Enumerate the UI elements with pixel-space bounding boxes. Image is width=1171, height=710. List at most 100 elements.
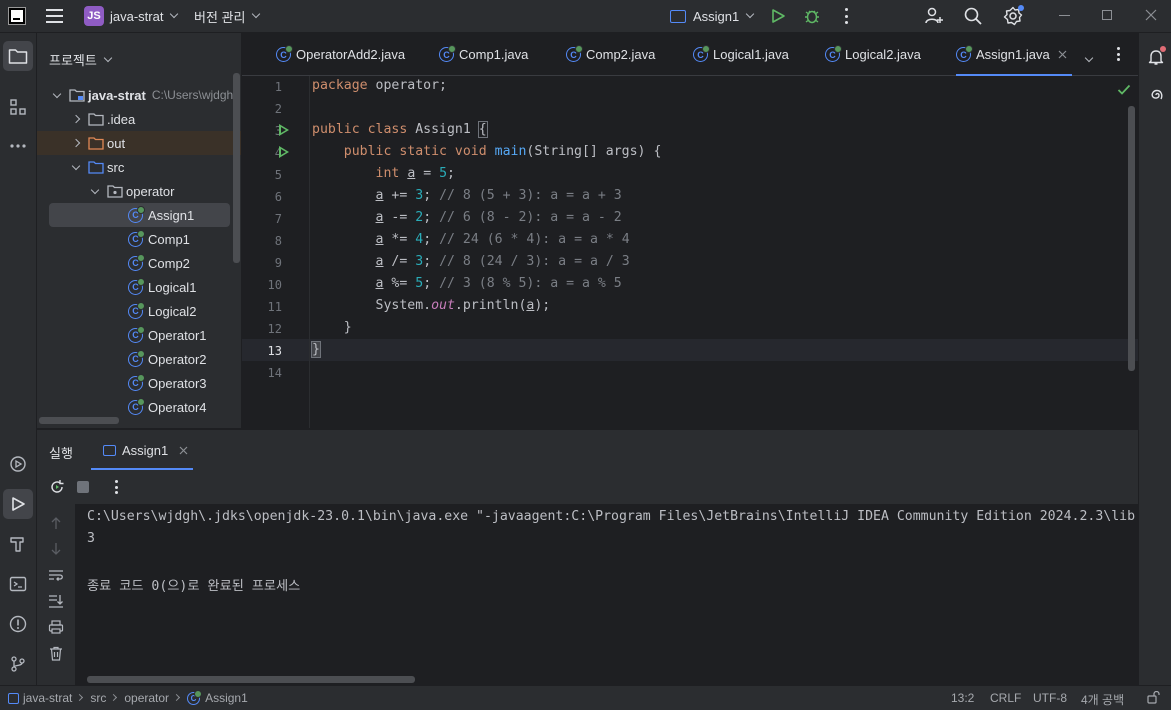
readonly-toggle-icon[interactable] [1147, 690, 1160, 707]
breadcrumb-item[interactable]: src [90, 691, 106, 705]
breadcrumb-item[interactable]: java-strat [23, 691, 72, 705]
tab-assign1[interactable]: C Assign1.java [956, 33, 1072, 76]
tree-item-operator2[interactable]: C Operator2 [37, 347, 241, 371]
debug-button[interactable] [803, 7, 821, 25]
run-button[interactable] [770, 8, 786, 24]
tree-item-idea[interactable]: .idea [37, 107, 241, 131]
tree-item-assign1[interactable]: C Assign1 [37, 203, 241, 227]
chevron-right-icon [173, 693, 181, 702]
project-vertical-scrollbar[interactable] [233, 73, 240, 263]
no-problems-check-icon[interactable] [1117, 84, 1131, 99]
editor-vertical-scrollbar[interactable] [1128, 106, 1135, 371]
chevron-right-icon [71, 114, 81, 124]
code-editor[interactable]: 1 2 3 4 5 6 7 8 9 10 11 12 13 14 package operator; pu… [242, 76, 1138, 428]
scroll-down-icon[interactable] [47, 540, 65, 558]
more-tool-windows-icon[interactable] [3, 131, 33, 161]
services-tool-button[interactable] [3, 449, 33, 479]
project-horizontal-scrollbar[interactable] [39, 417, 119, 424]
project-tool-button[interactable] [3, 41, 33, 71]
tree-item-logical2[interactable]: C Logical2 [37, 299, 241, 323]
console-line: C:\Users\wjdgh\.jdks\openjdk-23.0.1\bin\… [87, 509, 1136, 524]
close-tab-icon[interactable] [179, 446, 188, 455]
folder-icon [8, 49, 28, 64]
tree-item-comp2[interactable]: C Comp2 [37, 251, 241, 275]
code-line: public class Assign1 { [312, 121, 488, 138]
print-icon[interactable] [47, 618, 65, 636]
source-folder-icon [88, 159, 104, 175]
run-main-icon[interactable] [279, 146, 289, 158]
search-everywhere-button[interactable] [963, 6, 983, 26]
tree-item-path: C:\Users\wjdgh [151, 88, 234, 102]
tab-logical1[interactable]: C Logical1.java [693, 33, 789, 76]
structure-tool-button[interactable] [3, 92, 33, 122]
close-tab-icon[interactable] [1058, 50, 1067, 59]
run-more-icon[interactable] [114, 480, 118, 494]
rerun-button[interactable] [49, 479, 65, 498]
run-panel-header: 실행 Assign1 [37, 430, 1138, 470]
tab-operatoradd2[interactable]: C OperatorAdd2.java [276, 33, 405, 76]
git-tool-button[interactable] [3, 649, 33, 679]
tree-item-logical1[interactable]: C Logical1 [37, 275, 241, 299]
tree-item-comp1[interactable]: C Comp1 [37, 227, 241, 251]
tree-item-label: Operator2 [148, 351, 207, 367]
tree-item-label: java-strat [88, 87, 146, 103]
code-line: public static void main(String[] args) { [343, 144, 662, 159]
tree-item-root[interactable]: java-strat C:\Users\wjdgh [37, 83, 241, 107]
run-icon [12, 497, 25, 511]
tree-item-operator4[interactable]: C Operator4 [37, 395, 241, 419]
file-encoding[interactable]: UTF-8 [1033, 691, 1067, 705]
trash-icon[interactable] [47, 644, 65, 662]
tree-item-operator1[interactable]: C Operator1 [37, 323, 241, 347]
ai-assistant-tool-button[interactable] [1142, 81, 1169, 108]
tree-item-label: Logical2 [148, 303, 197, 319]
close-window-button[interactable] [1145, 9, 1157, 21]
tree-item-out[interactable]: out [37, 131, 241, 155]
build-tool-button[interactable] [3, 529, 33, 559]
notification-badge-icon [1160, 46, 1166, 52]
soft-wrap-icon[interactable] [47, 566, 65, 584]
vcs-widget[interactable]: 버전 관리 [194, 5, 261, 27]
git-branch-icon [11, 656, 25, 672]
problems-tool-button[interactable] [3, 609, 33, 639]
terminal-tool-button[interactable] [3, 569, 33, 599]
tab-comp2[interactable]: C Comp2.java [566, 33, 655, 76]
tree-item-operator3[interactable]: C Operator3 [37, 371, 241, 395]
more-actions-icon[interactable] [843, 8, 849, 24]
project-widget[interactable]: JS java-strat [84, 5, 179, 27]
console-line: 종료 코드 0(으)로 완료된 프로세스 [87, 579, 301, 594]
console-horizontal-scrollbar[interactable] [87, 676, 415, 683]
breadcrumb-item[interactable]: operator [124, 691, 169, 705]
scroll-up-icon[interactable] [47, 514, 65, 532]
code-with-me-button[interactable] [924, 6, 944, 26]
tree-item-src[interactable]: src [37, 155, 241, 179]
run-tab-assign1[interactable]: Assign1 [91, 430, 193, 470]
indent-setting[interactable]: 4개 공백 [1081, 691, 1124, 708]
problems-icon [9, 615, 27, 633]
tab-comp1[interactable]: C Comp1.java [439, 33, 528, 76]
caret-position[interactable]: 13:2 [951, 691, 974, 705]
tree-item-label: Logical1 [148, 279, 197, 295]
run-config-selector[interactable]: Assign1 [670, 5, 755, 27]
project-panel-header[interactable]: 프로젝트 [49, 50, 113, 69]
scroll-to-end-icon[interactable] [47, 592, 65, 610]
right-tool-window-bar [1138, 33, 1171, 685]
chevron-right-icon [76, 693, 84, 702]
settings-button[interactable] [1003, 5, 1024, 26]
console-output[interactable]: C:\Users\wjdgh\.jdks\openjdk-23.0.1\bin\… [75, 504, 1138, 686]
project-badge: JS [84, 6, 104, 26]
breadcrumb-item[interactable]: Assign1 [205, 691, 248, 705]
tab-more-icon[interactable] [1116, 47, 1120, 61]
tab-list-button[interactable] [1084, 49, 1094, 64]
line-number: 4 [274, 146, 282, 160]
tree-item-operator[interactable]: operator [37, 179, 241, 203]
stop-button[interactable] [77, 481, 89, 493]
intellij-logo-icon[interactable] [8, 7, 26, 25]
run-tool-button[interactable] [3, 489, 33, 519]
maximize-window-button[interactable] [1102, 10, 1112, 20]
tab-logical2[interactable]: C Logical2.java [825, 33, 921, 76]
line-separator[interactable]: CRLF [990, 691, 1021, 705]
notifications-tool-button[interactable] [1142, 43, 1169, 70]
main-menu-icon[interactable] [46, 8, 64, 24]
run-class-icon[interactable] [279, 124, 289, 136]
minimize-window-button[interactable] [1059, 15, 1070, 16]
